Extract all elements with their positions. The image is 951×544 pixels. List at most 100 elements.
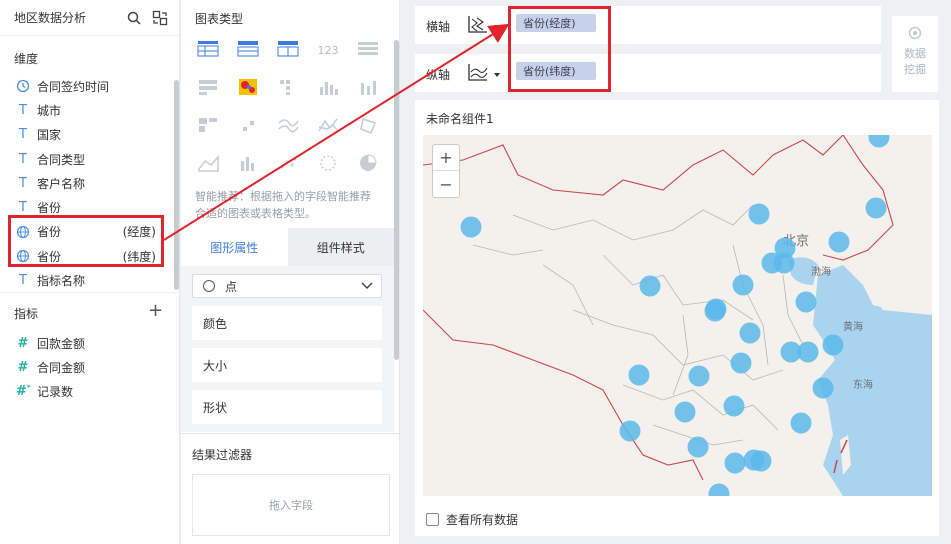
table-icon[interactable] xyxy=(195,38,221,60)
scatter-point[interactable] xyxy=(674,401,696,423)
show-all-data-checkbox[interactable] xyxy=(426,513,439,526)
dimension-field-item[interactable]: T 国家 xyxy=(0,123,170,147)
scatter-point[interactable] xyxy=(639,275,661,297)
scatter-point[interactable] xyxy=(868,135,890,148)
scatter-point[interactable] xyxy=(724,452,746,474)
scatter-point[interactable] xyxy=(828,231,850,253)
funnel-icon[interactable] xyxy=(355,114,381,136)
text-type-icon: T xyxy=(19,175,27,191)
smart-recommend-hint: 智能推荐：根据拖入的字段智能推荐合适的图表或表格类型。 xyxy=(195,190,371,220)
scatter-point[interactable] xyxy=(750,450,772,472)
dimension-field-label: 城市 xyxy=(37,103,62,118)
metric-section-title: 指标 xyxy=(14,307,39,321)
bar-icon[interactable] xyxy=(315,76,341,98)
show-all-data-label: 查看所有数据 xyxy=(446,513,519,527)
y-axis-dropdown-caret[interactable] xyxy=(494,73,500,77)
dimension-field-label: 省份 xyxy=(37,201,62,216)
point-mark-icon xyxy=(203,280,215,292)
scatter-point[interactable] xyxy=(687,436,709,458)
color-property[interactable]: 颜色 xyxy=(192,306,382,340)
scatter-point[interactable] xyxy=(730,352,752,374)
tab-graphic-properties[interactable]: 图形属性 xyxy=(181,228,288,266)
scatter-point[interactable] xyxy=(795,291,817,313)
metric-list: # 回款金额 # 合同金额 #* 记录数 xyxy=(0,331,170,404)
dimension-field-item[interactable]: T 指标名称 xyxy=(0,268,170,292)
zoom-out-button[interactable]: − xyxy=(433,171,459,197)
dimension-field-item[interactable]: T 城市 xyxy=(0,98,170,122)
scatter-point[interactable] xyxy=(705,298,727,320)
dot-icon[interactable] xyxy=(235,114,261,136)
mark-type-value: 点 xyxy=(225,279,238,294)
histogram-icon[interactable] xyxy=(235,152,261,174)
cross-table-icon[interactable] xyxy=(235,38,261,60)
clock-icon xyxy=(16,79,30,93)
data-mining-label-1: 数据 xyxy=(904,47,926,60)
dimension-field-item[interactable]: 合同签约时间 xyxy=(0,74,170,98)
map-place-label: 东海 xyxy=(853,378,873,391)
scatter-point[interactable] xyxy=(619,420,641,442)
scatter-point[interactable] xyxy=(688,365,710,387)
pie-icon[interactable] xyxy=(355,152,381,174)
scatter-point[interactable] xyxy=(790,412,812,434)
metric-field-item[interactable]: # 回款金额 xyxy=(0,331,170,355)
search-icon[interactable] xyxy=(125,9,143,27)
map-canvas: 北京渤海黄海东海 xyxy=(423,135,932,496)
dimension-field-item[interactable]: T 客户名称 xyxy=(0,171,170,195)
hash-icon: # xyxy=(17,359,29,375)
detail-table-icon[interactable] xyxy=(275,38,301,60)
dimension-field-item[interactable]: T 合同类型 xyxy=(0,147,170,171)
map-place-label: 渤海 xyxy=(811,265,831,278)
metric-field-label: 记录数 xyxy=(37,385,74,400)
text-type-icon: T xyxy=(19,200,27,216)
section-divider xyxy=(181,433,400,434)
bubble-icon[interactable] xyxy=(315,152,341,174)
chart-panel-scrollbar[interactable] xyxy=(394,40,399,360)
scatter-grid-icon[interactable] xyxy=(275,76,301,98)
filter-drop-zone[interactable]: 拖入字段 xyxy=(192,474,390,536)
kpi-number-icon[interactable]: 123 xyxy=(315,38,341,60)
tab-component-style[interactable]: 组件样式 xyxy=(287,228,394,266)
add-metric-button[interactable]: + xyxy=(148,302,163,320)
area-icon[interactable] xyxy=(195,152,221,174)
scatter-point[interactable] xyxy=(822,334,844,356)
list-icon[interactable] xyxy=(355,38,381,60)
scatter-point[interactable] xyxy=(460,216,482,238)
scatter-point[interactable] xyxy=(780,341,802,363)
y-axis-shelf[interactable]: 纵轴 省份(纬度) xyxy=(415,54,881,92)
scatter-point[interactable] xyxy=(723,395,745,417)
field-list-scrollbar[interactable] xyxy=(174,80,179,290)
x-axis-dropdown-caret[interactable] xyxy=(494,25,500,29)
scatter-point[interactable] xyxy=(748,203,770,225)
scatter-point[interactable] xyxy=(773,252,795,274)
treemap-icon[interactable] xyxy=(195,114,221,136)
x-axis-label: 横轴 xyxy=(426,20,451,34)
shape-property[interactable]: 形状 xyxy=(192,390,382,424)
switch-dataset-icon[interactable] xyxy=(151,9,169,27)
y-axis-type-icon[interactable] xyxy=(467,62,489,82)
y-axis-label: 纵轴 xyxy=(426,68,451,82)
x-axis-type-icon[interactable] xyxy=(467,14,489,34)
metric-field-item[interactable]: #* 记录数 xyxy=(0,380,170,404)
scatter-map[interactable]: 北京 渤海 黄海 东海 + − xyxy=(423,135,932,496)
widget-title[interactable]: 未命名组件1 xyxy=(426,110,494,127)
column-icon[interactable] xyxy=(355,76,381,98)
size-property[interactable]: 大小 xyxy=(192,348,382,382)
grouped-table-icon[interactable] xyxy=(195,76,221,98)
data-mining-button[interactable]: 数据 挖掘 xyxy=(892,16,938,92)
map-zoom-control: + − xyxy=(432,144,460,198)
radar-icon[interactable] xyxy=(315,114,341,136)
heatmap-icon[interactable] xyxy=(235,76,261,98)
chart-config-panel: 图表类型 123 智能推荐：根据拖入的字段智能推荐合适的图表或表格类型。 图形属… xyxy=(181,0,400,544)
scatter-point[interactable] xyxy=(865,197,887,219)
scatter-point[interactable] xyxy=(628,364,650,386)
zoom-in-button[interactable]: + xyxy=(433,145,459,171)
scatter-icon[interactable] xyxy=(275,152,301,174)
scatter-point[interactable] xyxy=(812,377,834,399)
mark-type-select[interactable]: 点 xyxy=(192,274,382,298)
metric-field-item[interactable]: # 合同金额 xyxy=(0,355,170,379)
scatter-point[interactable] xyxy=(732,274,754,296)
scatter-point[interactable] xyxy=(739,322,761,344)
dimension-section-title: 维度 xyxy=(14,52,39,66)
x-axis-shelf[interactable]: 横轴 省份(经度) xyxy=(415,6,881,44)
line-icon[interactable] xyxy=(275,114,301,136)
